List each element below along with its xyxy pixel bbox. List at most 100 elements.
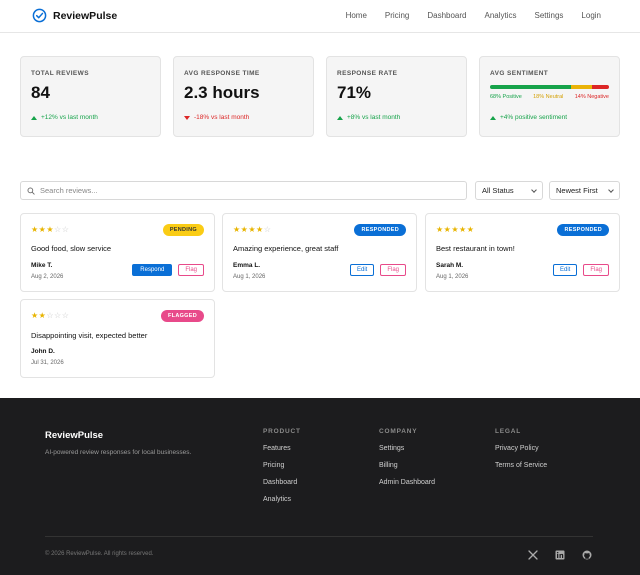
review-card: ★★★★★ RESPONDED Best restaurant in town!… (425, 213, 620, 292)
review-text: Best restaurant in town! (436, 244, 515, 253)
nav-link-home[interactable]: Home (346, 11, 367, 20)
stat-delta-text: -18% vs last month (194, 114, 250, 121)
sentiment-negative-label: 14% Negative (574, 94, 609, 100)
stat-delta-text: +8% vs last month (347, 114, 401, 121)
flag-button[interactable]: Flag (178, 264, 204, 276)
stat-card-total-reviews: TOTAL REVIEWS 84 +12% vs last month (20, 56, 161, 137)
footer-description: AI-powered review responses for local bu… (45, 449, 192, 456)
review-date: Aug 1, 2026 (436, 274, 469, 280)
star-rating: ★★★★☆ (233, 225, 271, 234)
top-nav: ReviewPulse Home Pricing Dashboard Analy… (0, 0, 640, 33)
review-author: Sarah M. (436, 262, 464, 269)
respond-button[interactable]: Respond (132, 264, 173, 276)
footer-link-analytics[interactable]: Analytics (263, 496, 301, 503)
search-box[interactable] (20, 181, 467, 200)
review-text: Amazing experience, great staff (233, 244, 339, 253)
review-date: Aug 1, 2026 (233, 274, 266, 280)
footer-link-features[interactable]: Features (263, 445, 301, 452)
star-filled-icon: ★ (248, 225, 257, 234)
stat-delta: -18% vs last month (184, 114, 249, 121)
stat-value: 84 (31, 83, 50, 102)
star-filled-icon: ★ (46, 225, 55, 234)
footer-link-pricing[interactable]: Pricing (263, 462, 301, 469)
review-card: ★★★☆☆ PENDING Good food, slow service Mi… (20, 213, 215, 292)
footer-link-billing[interactable]: Billing (379, 462, 435, 469)
nav-link-login[interactable]: Login (581, 11, 601, 20)
brand-name: ReviewPulse (53, 9, 118, 22)
github-icon[interactable] (582, 550, 592, 560)
star-filled-icon: ★ (233, 225, 241, 234)
footer-brand[interactable]: ReviewPulse (45, 430, 103, 441)
star-rating: ★★☆☆☆ (31, 311, 69, 320)
chevron-down-icon (608, 187, 614, 193)
footer-link-settings[interactable]: Settings (379, 445, 435, 452)
status-badge: FLAGGED (161, 310, 204, 322)
trend-up-icon (31, 115, 37, 120)
site-footer: ReviewPulse AI-powered review responses … (0, 398, 640, 575)
star-filled-icon: ★ (451, 225, 460, 234)
star-filled-icon: ★ (459, 225, 467, 234)
flag-button[interactable]: Flag (583, 264, 609, 276)
stat-label: AVG RESPONSE TIME (184, 70, 260, 77)
stat-card-response-rate: RESPONSE RATE 71% +8% vs last month (326, 56, 467, 137)
stat-card-avg-response-time: AVG RESPONSE TIME 2.3 hours -18% vs last… (173, 56, 314, 137)
footer-link-terms-of-service[interactable]: Terms of Service (495, 462, 547, 469)
nav-link-pricing[interactable]: Pricing (385, 11, 409, 20)
search-input[interactable] (40, 186, 440, 195)
star-empty-icon: ☆ (263, 225, 272, 234)
footer-column-company: COMPANY Settings Billing Admin Dashboard (379, 428, 435, 496)
sentiment-positive-label: 68% Positive (490, 94, 522, 100)
footer-link-admin-dashboard[interactable]: Admin Dashboard (379, 479, 435, 486)
social-links (528, 550, 592, 560)
footer-heading: COMPANY (379, 428, 418, 435)
nav-link-settings[interactable]: Settings (535, 11, 564, 20)
sort-select[interactable]: Newest First (549, 181, 620, 200)
footer-copyright: © 2026 ReviewPulse. All rights reserved. (45, 551, 154, 557)
x-icon[interactable] (528, 550, 538, 560)
star-filled-icon: ★ (31, 225, 39, 234)
sentiment-legend: 68% Positive 18% Neutral 14% Negative (490, 94, 609, 100)
footer-divider (45, 536, 593, 537)
status-filter-select[interactable]: All Status (475, 181, 543, 200)
stat-delta: +4% positive sentiment (490, 114, 567, 121)
footer-link-dashboard[interactable]: Dashboard (263, 479, 301, 486)
footer-heading: LEGAL (495, 428, 522, 435)
review-author: John D. (31, 348, 55, 355)
star-filled-icon: ★ (436, 225, 444, 234)
sort-value: Newest First (556, 186, 598, 195)
stat-label: TOTAL REVIEWS (31, 70, 89, 77)
review-toolbar: All Status Newest First (20, 181, 620, 200)
sentiment-neutral-segment (570, 85, 593, 89)
star-empty-icon: ☆ (54, 311, 62, 320)
trend-up-icon (337, 115, 343, 120)
footer-heading: PRODUCT (263, 428, 301, 435)
nav-link-analytics[interactable]: Analytics (485, 11, 517, 20)
footer-column-legal: LEGAL Privacy Policy Terms of Service (495, 428, 547, 479)
nav-link-dashboard[interactable]: Dashboard (427, 11, 466, 20)
sentiment-neutral-label: 18% Neutral (533, 94, 564, 100)
star-empty-icon: ☆ (46, 311, 55, 320)
review-actions: Edit Flag (552, 264, 609, 276)
review-date: Jul 31, 2026 (31, 360, 64, 366)
review-actions: Edit Flag (349, 264, 406, 276)
brand[interactable]: ReviewPulse (32, 8, 117, 23)
review-date: Aug 2, 2026 (31, 274, 64, 280)
edit-button[interactable]: Edit (552, 264, 578, 276)
linkedin-icon[interactable] (555, 550, 565, 560)
trend-down-icon (184, 115, 190, 120)
star-filled-icon: ★ (256, 225, 264, 234)
flag-button[interactable]: Flag (380, 264, 406, 276)
review-card: ★★★★☆ RESPONDED Amazing experience, grea… (222, 213, 417, 292)
status-badge: PENDING (162, 224, 204, 236)
footer-column-product: PRODUCT Features Pricing Dashboard Analy… (263, 428, 301, 513)
edit-button[interactable]: Edit (349, 264, 375, 276)
stat-delta: +12% vs last month (31, 114, 98, 121)
star-rating: ★★★★★ (436, 225, 474, 234)
star-empty-icon: ☆ (61, 225, 70, 234)
sentiment-negative-segment (592, 85, 609, 89)
stat-delta: +8% vs last month (337, 114, 400, 121)
stat-value: 71% (337, 83, 372, 102)
stat-delta-text: +12% vs last month (41, 114, 98, 121)
footer-link-privacy-policy[interactable]: Privacy Policy (495, 445, 547, 452)
star-empty-icon: ☆ (61, 311, 70, 320)
